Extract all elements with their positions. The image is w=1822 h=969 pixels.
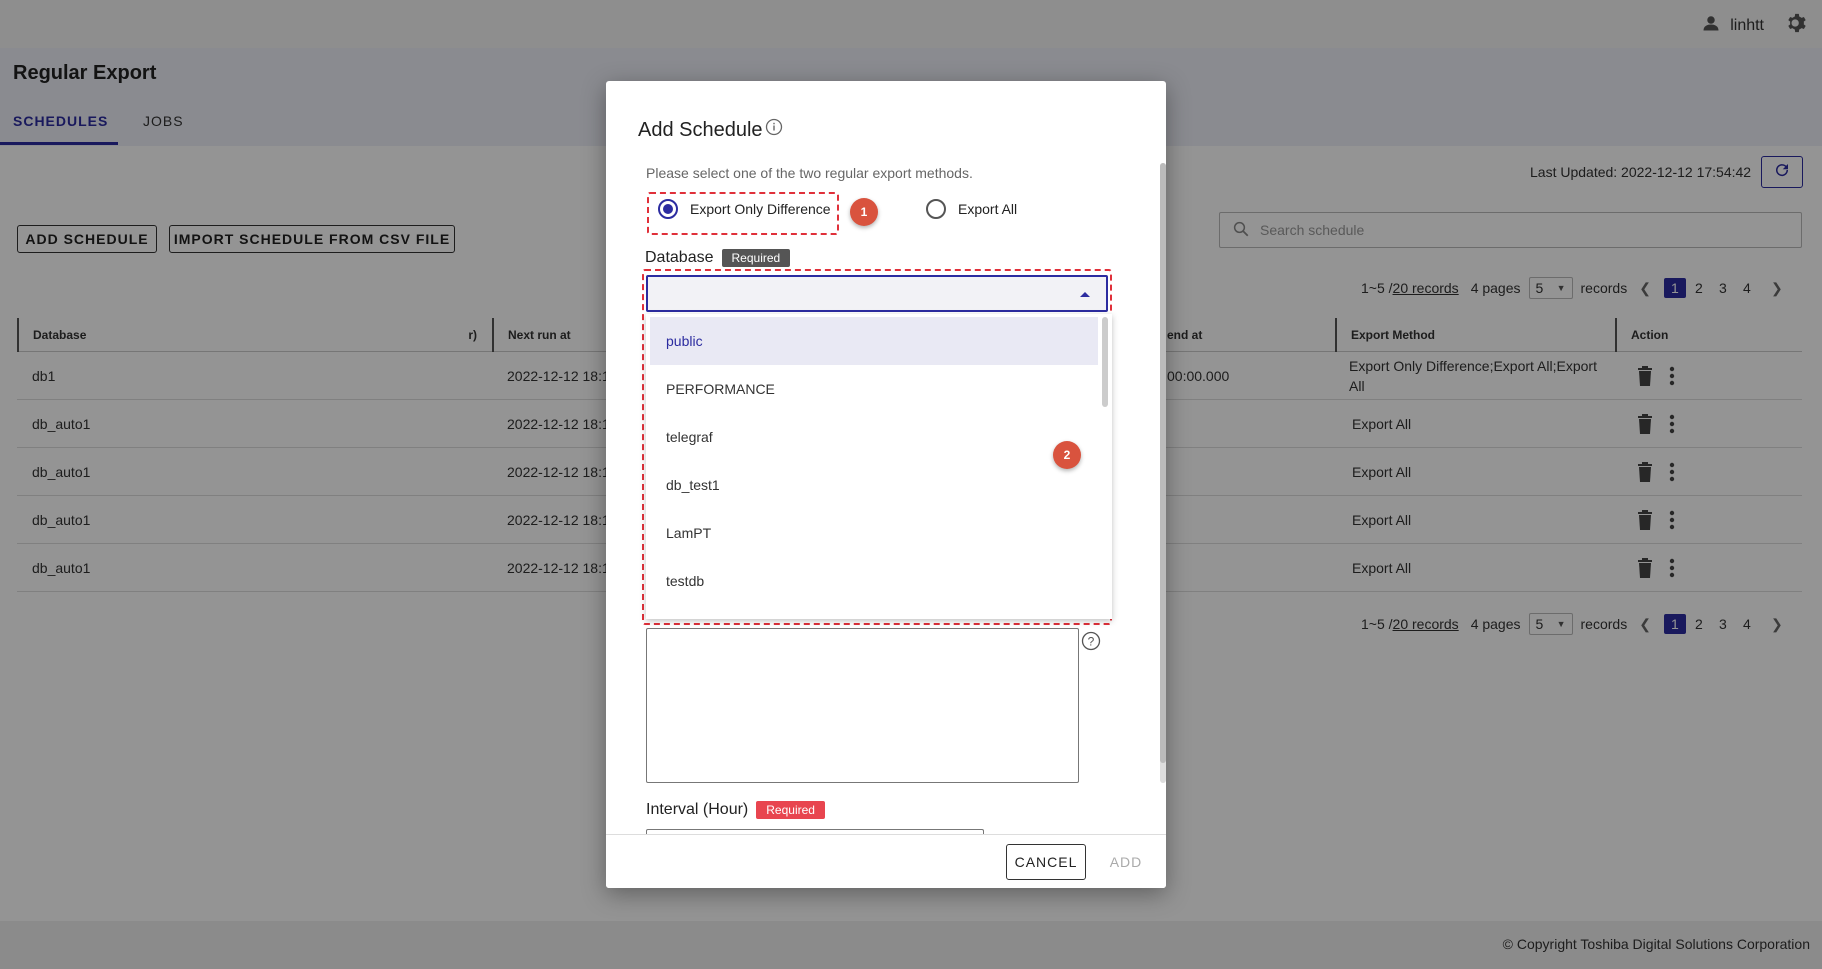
info-icon[interactable] [765,118,783,142]
database-select[interactable] [646,275,1108,312]
required-badge: Required [721,249,791,267]
dropdown-option[interactable]: public [650,317,1098,365]
dialog-scrollbar-thumb[interactable] [1160,163,1166,763]
database-field-label: Database Required [645,249,791,267]
dropdown-option[interactable]: db_test1 [650,461,1098,509]
cancel-button[interactable]: CANCEL [1006,844,1086,880]
database-label-text: Database [645,249,714,266]
callout-badge-2: 2 [1053,441,1081,469]
interval-field-label: Interval (Hour) Required [646,801,825,819]
interval-label-text: Interval (Hour) [646,801,749,818]
radio-label: Export Only Difference [690,201,831,217]
dropdown-scrollbar[interactable] [1102,317,1108,407]
dropdown-option[interactable]: PERFORMANCE [650,365,1098,413]
required-badge: Required [756,801,825,819]
radio-export-only-difference[interactable]: Export Only Difference [658,199,831,219]
dropdown-option[interactable]: telegraf [650,413,1098,461]
radio-export-all[interactable]: Export All [926,199,1017,219]
radio-label: Export All [958,201,1018,217]
caret-up-icon [1080,292,1090,297]
description-textarea[interactable] [646,628,1079,783]
dropdown-option[interactable]: LamPT [650,509,1098,557]
radio-button[interactable] [926,199,946,219]
export-method-hint: Please select one of the two regular exp… [646,165,973,181]
callout-badge-1: 1 [850,198,878,226]
add-button[interactable]: ADD [1096,844,1156,880]
dropdown-option[interactable]: testdb [650,557,1098,605]
add-schedule-dialog: Add Schedule Please select one of the tw… [606,81,1166,888]
dialog-title: Add Schedule [638,118,783,142]
help-icon[interactable]: ? [1081,631,1101,656]
svg-text:?: ? [1088,635,1095,649]
dialog-title-text: Add Schedule [638,118,763,141]
database-dropdown-menu: public PERFORMANCE telegraf db_test1 Lam… [646,314,1112,619]
dialog-actions: CANCEL ADD [606,834,1166,888]
radio-button[interactable] [658,199,678,219]
